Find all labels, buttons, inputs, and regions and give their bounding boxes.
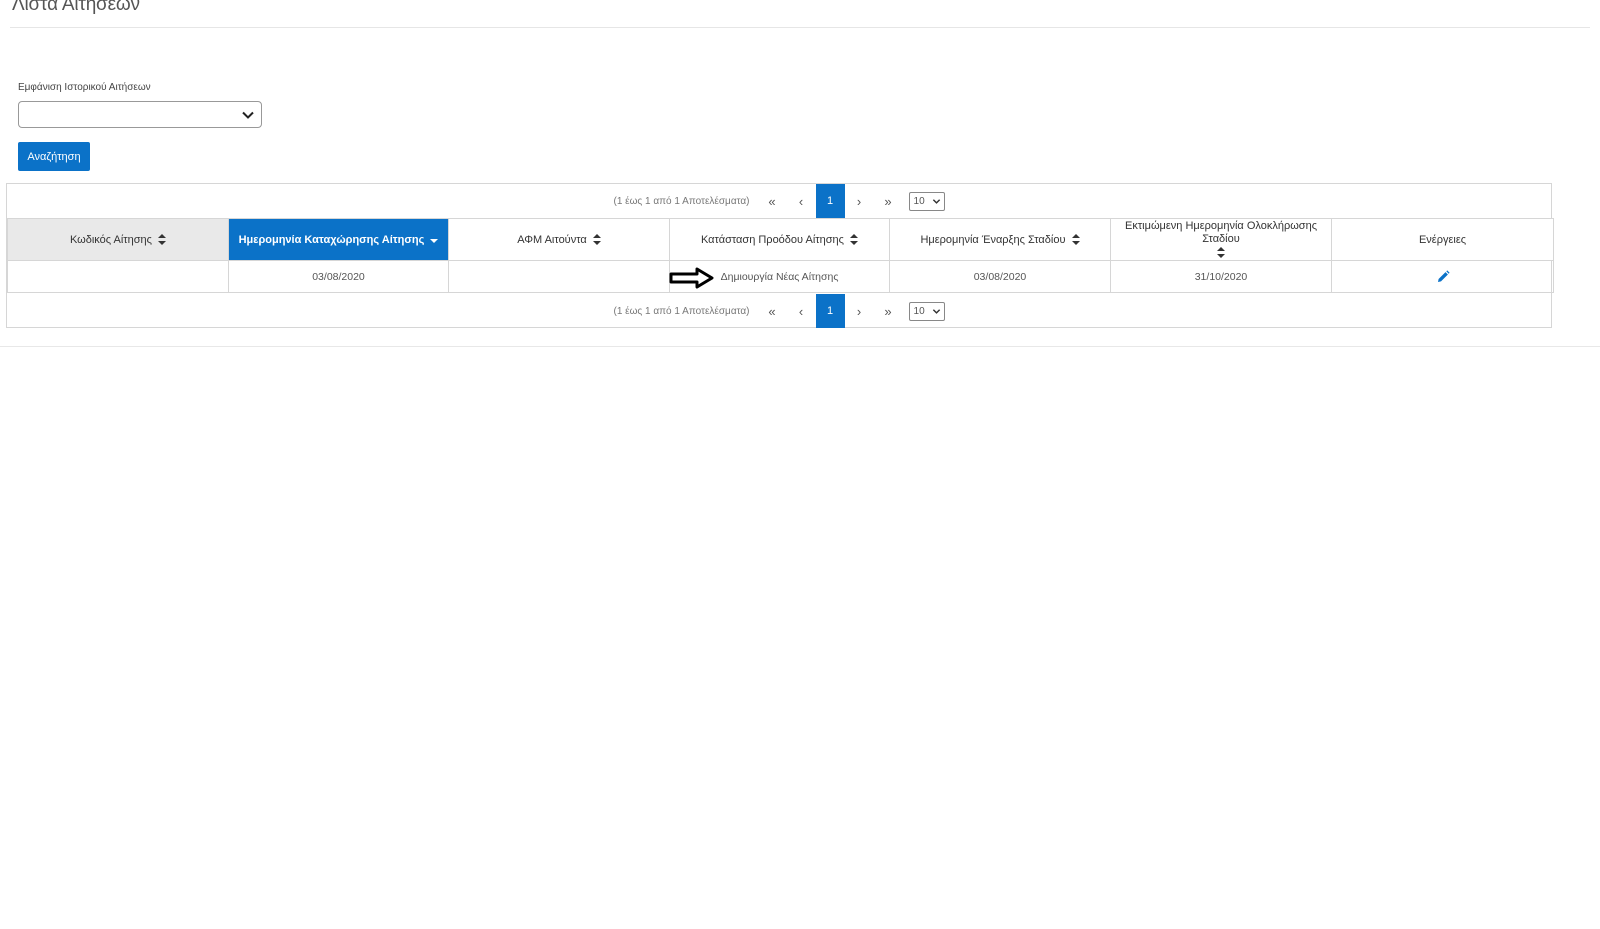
pager-prev-button[interactable]: ‹	[787, 294, 816, 328]
column-header-stage-end[interactable]: Εκτιμώμενη Ημερομηνία Ολοκλήρωσης Σταδίο…	[1110, 218, 1332, 261]
results-panel: (1 έως 1 από 1 Αποτελέσματα) « ‹ 1 › » 1…	[6, 183, 1554, 328]
pager-page-button[interactable]: 1	[815, 294, 845, 328]
table-row[interactable]: 03/08/2020 Δημιουργία Νέας Αίτησης 03/08…	[7, 260, 1554, 293]
pager-info: (1 έως 1 από 1 Αποτελέσματα)	[613, 195, 750, 207]
cell-status: Δημιουργία Νέας Αίτησης	[669, 260, 890, 293]
redaction-mask	[88, 276, 168, 281]
column-header-stage-start[interactable]: Ημερομηνία Έναρξης Σταδίου	[889, 218, 1111, 261]
column-header-label: Κατάσταση Προόδου Αίτησης	[700, 233, 844, 246]
content-bottom-divider	[0, 346, 1600, 347]
pager-first-button[interactable]: «	[758, 184, 787, 218]
pencil-icon[interactable]	[1436, 269, 1450, 284]
redaction-mask	[519, 276, 609, 281]
pager-bottom: (1 έως 1 από 1 Αποτελέσματα) « ‹ 1 › » 1…	[7, 294, 1551, 328]
cell-afm	[448, 260, 670, 293]
pager-next-button[interactable]: ›	[845, 294, 874, 328]
column-header-status[interactable]: Κατάσταση Προόδου Αίτησης	[669, 218, 890, 261]
pager-top: (1 έως 1 από 1 Αποτελέσματα) « ‹ 1 › » 1…	[7, 184, 1551, 218]
sort-icon	[850, 234, 859, 246]
column-header-label: Εκτιμώμενη Ημερομηνία Ολοκλήρωσης Σταδίο…	[1124, 220, 1318, 245]
pager-info: (1 έως 1 από 1 Αποτελέσματα)	[613, 305, 750, 317]
rows-per-page-value: 10	[913, 195, 925, 207]
pager-page-button[interactable]: 1	[815, 184, 845, 218]
arrow-right-icon	[669, 267, 714, 289]
history-filter-label: Εμφάνιση Ιστορικού Αιτήσεων	[18, 82, 151, 93]
page-title: Λίστα Αιτήσεων	[12, 0, 140, 15]
pager-next-button[interactable]: ›	[845, 184, 874, 218]
sort-icon	[158, 234, 167, 246]
chevron-down-icon	[932, 198, 940, 204]
column-header-code[interactable]: Κωδικός Αίτησης	[7, 218, 229, 261]
chevron-down-icon	[242, 111, 254, 119]
requests-table: Κωδικός Αίτησης Ημερομηνία Καταχώρησης Α…	[7, 218, 1554, 293]
rows-per-page-select[interactable]: 10	[908, 191, 945, 211]
column-header-label: Ενέργειες	[1418, 233, 1467, 246]
sort-desc-icon	[430, 239, 439, 244]
column-header-submission-date[interactable]: Ημερομηνία Καταχώρησης Αίτησης	[228, 218, 449, 261]
cell-actions	[1331, 260, 1554, 293]
column-header-label: Ημερομηνία Καταχώρησης Αίτησης	[238, 233, 425, 246]
cell-stage-start: 03/08/2020	[889, 260, 1111, 293]
search-button[interactable]: Αναζήτηση	[18, 142, 90, 171]
cell-submission-date: 03/08/2020	[228, 260, 449, 293]
pager-last-button[interactable]: »	[874, 294, 903, 328]
rows-per-page-value: 10	[913, 305, 925, 317]
column-header-actions: Ενέργειες	[1331, 218, 1554, 261]
rows-per-page-select[interactable]: 10	[908, 301, 945, 321]
cell-stage-end: 31/10/2020	[1110, 260, 1332, 293]
table-header-row: Κωδικός Αίτησης Ημερομηνία Καταχώρησης Α…	[7, 218, 1554, 261]
sort-icon	[1217, 246, 1225, 258]
cell-code	[7, 260, 229, 293]
chevron-down-icon	[932, 308, 940, 314]
sort-icon	[1071, 234, 1080, 246]
pager-last-button[interactable]: »	[874, 184, 903, 218]
column-header-label: Κωδικός Αίτησης	[69, 233, 152, 246]
pager-first-button[interactable]: «	[758, 294, 787, 328]
column-header-label: Ημερομηνία Έναρξης Σταδίου	[920, 233, 1066, 246]
title-divider	[10, 27, 1590, 28]
history-filter-select[interactable]	[18, 101, 262, 128]
column-header-afm[interactable]: ΑΦΜ Αιτούντα	[448, 218, 670, 261]
pager-prev-button[interactable]: ‹	[787, 184, 816, 218]
column-header-label: ΑΦΜ Αιτούντα	[517, 233, 587, 246]
sort-icon	[592, 234, 601, 246]
status-value: Δημιουργία Νέας Αίτησης	[720, 270, 839, 283]
